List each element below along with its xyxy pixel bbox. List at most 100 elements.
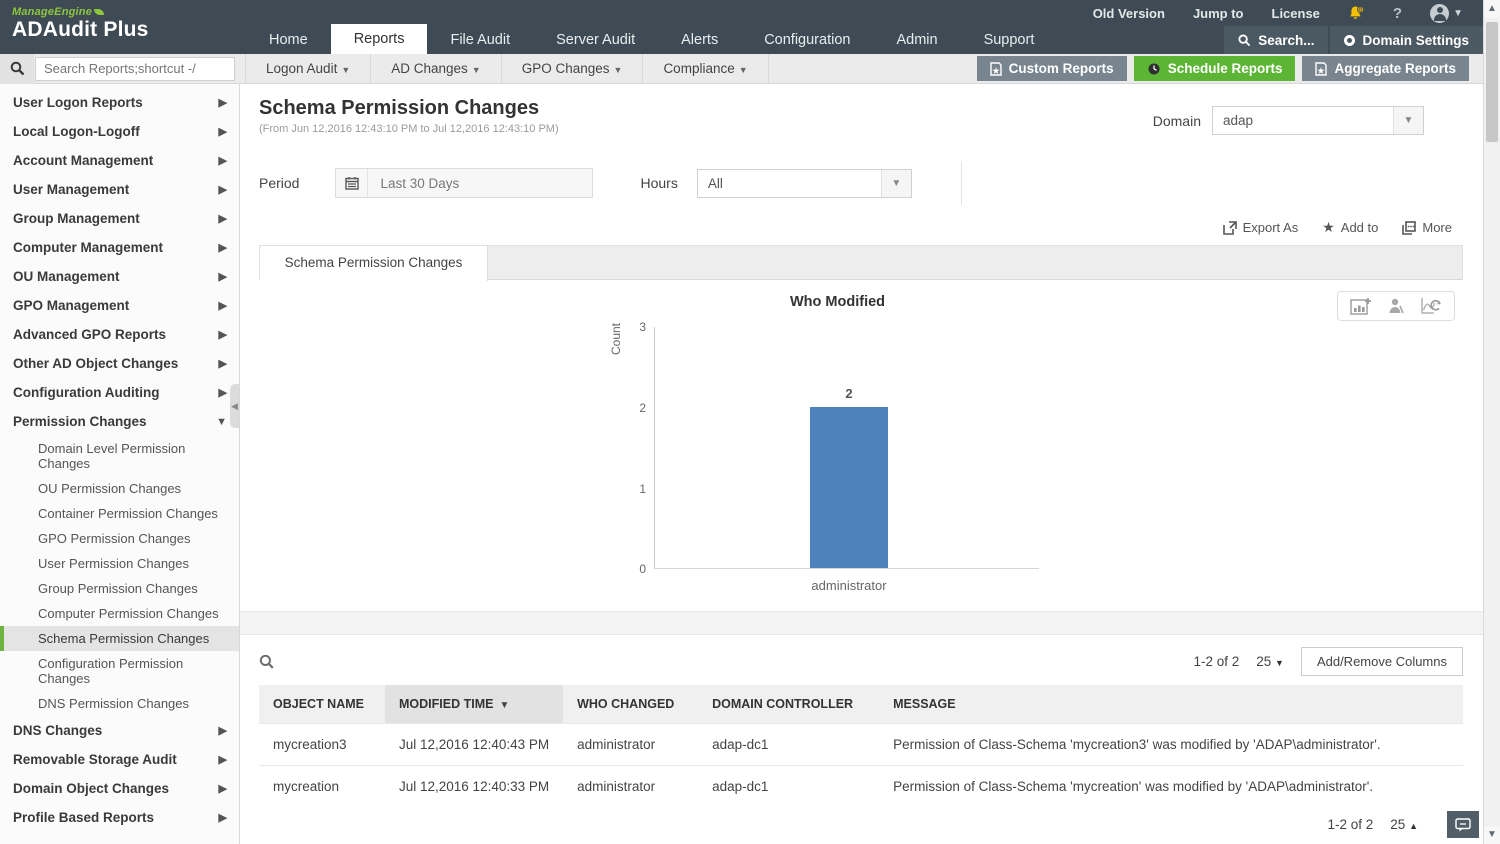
add-to-button[interactable]: ★ Add to xyxy=(1322,219,1378,236)
sidebar-item-computer-management[interactable]: Computer Management ▶ xyxy=(0,233,239,262)
domain-select[interactable]: adap ▼ xyxy=(1212,106,1424,135)
sidebar-item-container-permission-changes[interactable]: Container Permission Changes xyxy=(0,501,239,526)
export-as-button[interactable]: Export As xyxy=(1222,220,1298,235)
help-icon[interactable]: ? xyxy=(1381,5,1414,22)
chevron-right-icon: ▶ xyxy=(218,300,227,312)
cell-message: Permission of Class-Schema 'mycreation3'… xyxy=(879,723,1463,766)
menu-logon-audit[interactable]: Logon Audit ▼ xyxy=(245,53,370,84)
hours-select[interactable]: All ▼ xyxy=(696,168,912,198)
cell-who-changed: administrator xyxy=(563,765,699,807)
refresh-chart-icon[interactable] xyxy=(1420,297,1442,315)
user-chart-icon[interactable] xyxy=(1387,297,1405,315)
nav-configuration[interactable]: Configuration xyxy=(741,26,873,54)
page-size-select-bottom[interactable]: 25 ▲ xyxy=(1390,817,1418,832)
custom-reports-button[interactable]: ★ Custom Reports xyxy=(976,56,1127,81)
nav-support[interactable]: Support xyxy=(961,26,1058,54)
sidebar-item-account-management[interactable]: Account Management ▶ xyxy=(0,146,239,175)
sidebar-item-removable-storage-audit[interactable]: Removable Storage Audit ▶ xyxy=(0,745,239,774)
y-tick: 0 xyxy=(639,562,646,576)
report-search-input[interactable] xyxy=(35,56,235,81)
license-link[interactable]: License xyxy=(1260,6,1332,21)
sidebar-collapse-handle[interactable]: ◀ xyxy=(230,384,239,428)
sidebar-item-dns-changes[interactable]: DNS Changes ▶ xyxy=(0,716,239,745)
nav-admin[interactable]: Admin xyxy=(873,26,960,54)
domain-settings-button[interactable]: Domain Settings xyxy=(1330,26,1483,54)
column-header-modified-time[interactable]: MODIFIED TIME ▼ xyxy=(385,685,564,724)
table-search-icon[interactable] xyxy=(259,654,275,670)
menu-compliance[interactable]: Compliance ▼ xyxy=(642,53,769,84)
cell-modified-time: Jul 12,2016 12:40:43 PM xyxy=(385,723,564,766)
sidebar-item-permission-changes[interactable]: Permission Changes ▼ xyxy=(0,407,239,436)
report-search-icon[interactable] xyxy=(0,53,34,84)
period-picker[interactable]: Last 30 Days xyxy=(335,168,594,198)
column-header-message[interactable]: MESSAGE xyxy=(879,685,1463,724)
add-remove-columns-button[interactable]: Add/Remove Columns xyxy=(1300,647,1463,676)
sidebar-item-configuration-auditing[interactable]: Configuration Auditing ▶ xyxy=(0,378,239,407)
global-search-button[interactable]: Search... xyxy=(1224,26,1329,54)
nav-alerts[interactable]: Alerts xyxy=(658,26,741,54)
table-row[interactable]: mycreation Jul 12,2016 12:40:33 PM admin… xyxy=(259,765,1463,807)
feedback-chat-button[interactable] xyxy=(1447,811,1479,838)
notification-bell-icon[interactable]: 0 xyxy=(1336,5,1377,21)
scroll-up-icon[interactable]: ▲ xyxy=(1484,0,1500,18)
triangle-up-icon: ▲ xyxy=(1409,821,1418,831)
nav-reports[interactable]: Reports xyxy=(330,24,428,54)
vertical-scrollbar[interactable]: ▲ ▼ xyxy=(1483,0,1500,844)
nav-home[interactable]: Home xyxy=(246,26,331,54)
chat-bubble-icon xyxy=(1455,817,1471,831)
column-header-object-name[interactable]: OBJECT NAME xyxy=(259,685,385,724)
menu-gpo-changes[interactable]: GPO Changes ▼ xyxy=(500,53,643,84)
sidebar-item-group-management[interactable]: Group Management ▶ xyxy=(0,204,239,233)
sidebar-item-local-logon-logoff[interactable]: Local Logon-Logoff ▶ xyxy=(0,117,239,146)
scroll-down-icon[interactable]: ▼ xyxy=(1484,826,1500,844)
more-button[interactable]: More xyxy=(1402,220,1452,235)
scrollbar-thumb[interactable] xyxy=(1486,22,1498,142)
sidebar-item-domain-object-changes[interactable]: Domain Object Changes ▶ xyxy=(0,774,239,803)
gear-icon xyxy=(1344,34,1356,46)
bar-chart-plot: Count 3 2 1 0 2 administrator xyxy=(609,320,1039,593)
nav-server-audit[interactable]: Server Audit xyxy=(533,26,658,54)
sidebar-item-user-permission-changes[interactable]: User Permission Changes xyxy=(0,551,239,576)
chevron-down-icon: ▼ xyxy=(216,415,227,428)
sidebar-item-ou-management[interactable]: OU Management ▶ xyxy=(0,262,239,291)
table-row[interactable]: mycreation3 Jul 12,2016 12:40:43 PM admi… xyxy=(259,723,1463,766)
old-version-link[interactable]: Old Version xyxy=(1081,6,1177,21)
add-chart-icon[interactable] xyxy=(1350,297,1372,315)
jump-to-link[interactable]: Jump to xyxy=(1181,6,1256,21)
menu-ad-changes[interactable]: AD Changes ▼ xyxy=(370,53,500,84)
chevron-right-icon: ▶ xyxy=(218,126,227,138)
sidebar-item-user-logon-reports[interactable]: User Logon Reports ▶ xyxy=(0,88,239,117)
y-tick: 2 xyxy=(639,401,646,415)
sidebar-item-gpo-permission-changes[interactable]: GPO Permission Changes xyxy=(0,526,239,551)
sidebar-item-computer-permission-changes[interactable]: Computer Permission Changes xyxy=(0,601,239,626)
column-header-who-changed[interactable]: WHO CHANGED xyxy=(563,685,699,724)
sidebar-item-ou-permission-changes[interactable]: OU Permission Changes xyxy=(0,476,239,501)
cell-object-name: mycreation3 xyxy=(259,723,385,766)
sidebar-item-dns-permission-changes[interactable]: DNS Permission Changes xyxy=(0,691,239,716)
column-header-domain-controller[interactable]: DOMAIN CONTROLLER xyxy=(698,685,880,724)
clock-icon xyxy=(1148,63,1160,74)
nav-file-audit[interactable]: File Audit xyxy=(427,26,533,54)
sidebar-item-advanced-gpo-reports[interactable]: Advanced GPO Reports ▶ xyxy=(0,320,239,349)
chevron-right-icon: ▶ xyxy=(218,329,227,341)
tab-schema-permission-changes[interactable]: Schema Permission Changes xyxy=(260,246,488,281)
user-menu[interactable]: ▼ xyxy=(1418,3,1475,23)
adaudit-plus-app: ▲ ▼ ManageEngine ADAudit Plus Old Versio… xyxy=(0,0,1500,844)
cell-object-name: mycreation xyxy=(259,765,385,807)
chevron-right-icon: ▶ xyxy=(218,387,227,399)
sidebar-item-user-management[interactable]: User Management ▶ xyxy=(0,175,239,204)
sidebar-item-schema-permission-changes[interactable]: Schema Permission Changes xyxy=(0,626,239,651)
sidebar-item-gpo-management[interactable]: GPO Management ▶ xyxy=(0,291,239,320)
sidebar-item-other-ad-object-changes[interactable]: Other AD Object Changes ▶ xyxy=(0,349,239,378)
sidebar-item-domain-level-permission-changes[interactable]: Domain Level Permission Changes xyxy=(0,436,239,476)
sidebar-item-configuration-permission-changes[interactable]: Configuration Permission Changes xyxy=(0,651,239,691)
chart-bar[interactable] xyxy=(810,407,888,568)
schedule-reports-button[interactable]: Schedule Reports xyxy=(1133,56,1296,81)
sidebar-item-group-permission-changes[interactable]: Group Permission Changes xyxy=(0,576,239,601)
page-size-select-top[interactable]: 25 ▼ xyxy=(1256,654,1284,669)
sidebar-item-profile-based-reports[interactable]: Profile Based Reports ▶ xyxy=(0,803,239,832)
avatar-icon xyxy=(1430,3,1450,23)
divider xyxy=(960,161,962,205)
aggregate-reports-button[interactable]: ★ Aggregate Reports xyxy=(1302,56,1469,81)
svg-text:0: 0 xyxy=(1359,8,1362,14)
